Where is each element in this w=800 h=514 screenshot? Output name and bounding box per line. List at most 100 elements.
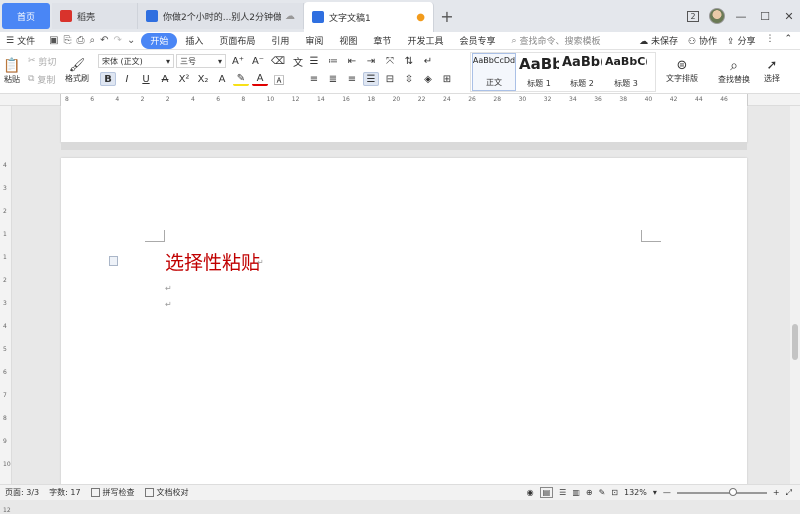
font-size-select[interactable]: 三号 ▾ xyxy=(176,54,226,68)
outline-view-icon[interactable]: ☰ xyxy=(559,488,566,497)
grow-font-icon[interactable]: A⁺ xyxy=(230,54,246,68)
tab-insert[interactable]: 插入 xyxy=(177,33,211,49)
vertical-ruler[interactable]: 4321123456789101112 xyxy=(0,106,12,514)
tab-document-1[interactable]: 文字文稿1 ● xyxy=(304,2,434,32)
document-heading[interactable]: 选择性粘贴 xyxy=(165,248,260,275)
style-heading-2[interactable]: AaBb( 标题 2 xyxy=(561,53,603,91)
text-layout-button[interactable]: ⊜ 文字排版 xyxy=(662,52,702,90)
tab-review[interactable]: 审阅 xyxy=(297,33,331,49)
unsaved-button[interactable]: ☁ 未保存 xyxy=(639,34,678,47)
strikethrough-icon[interactable]: A xyxy=(157,72,173,86)
bullets-icon[interactable]: ☰ xyxy=(306,54,322,68)
document-canvas[interactable]: 选择性粘贴 ↵ ↵ ↵ xyxy=(12,106,790,484)
redo-icon[interactable]: ↷ xyxy=(114,35,122,46)
numbering-icon[interactable]: ≔ xyxy=(325,54,341,68)
style-normal[interactable]: AaBbCcDd 正文 xyxy=(472,53,516,91)
shading-icon[interactable]: ◈ xyxy=(420,72,436,86)
close-button[interactable]: ✕ xyxy=(778,5,800,27)
avatar[interactable] xyxy=(706,5,728,27)
tab-view[interactable]: 视图 xyxy=(331,33,365,49)
shrink-font-icon[interactable]: A⁻ xyxy=(250,54,266,68)
char-border-icon[interactable]: 🄰 xyxy=(271,72,287,87)
chinese-layout-icon[interactable]: ⤧ xyxy=(382,54,398,68)
scrollbar-thumb[interactable] xyxy=(792,324,798,360)
line-spacing-icon[interactable]: ⇳ xyxy=(401,72,417,86)
sort-icon[interactable]: ⇅ xyxy=(401,54,417,68)
save-icon[interactable]: ▣ xyxy=(49,35,58,46)
subscript-icon[interactable]: X₂ xyxy=(195,72,211,86)
zoom-in-button[interactable]: + xyxy=(773,488,780,497)
read-view-icon[interactable]: ▥ xyxy=(572,488,580,497)
show-marks-icon[interactable]: ↵ xyxy=(420,54,436,68)
new-tab-button[interactable]: + xyxy=(434,3,460,29)
tab-document-2[interactable]: 你做2个小时的...别人2分钟做完 ☁ xyxy=(138,3,304,29)
empty-paragraph-mark[interactable]: ↵ xyxy=(165,300,172,309)
window-count-badge[interactable]: 2 xyxy=(682,5,704,27)
zoom-value[interactable]: 132% xyxy=(624,488,647,497)
collapse-ribbon-icon[interactable]: ⌃ xyxy=(784,34,792,47)
vertical-scrollbar[interactable] xyxy=(790,106,800,484)
share-button[interactable]: ⇪ 分享 xyxy=(727,34,755,47)
tab-daoke[interactable]: 稻壳 xyxy=(52,3,138,29)
highlight-icon[interactable]: ✎ xyxy=(233,72,249,86)
borders-icon[interactable]: ⊞ xyxy=(439,72,455,86)
eye-protection-icon[interactable]: ◉ xyxy=(527,488,534,497)
select-button[interactable]: ➚ 选择 xyxy=(758,52,786,90)
find-replace-button[interactable]: ⌕ 查找替换 xyxy=(712,52,756,90)
decrease-indent-icon[interactable]: ⇤ xyxy=(344,54,360,68)
word-count[interactable]: 字数: 17 xyxy=(44,487,85,498)
tab-home[interactable]: 首页 xyxy=(2,3,50,29)
distributed-icon[interactable]: ⊟ xyxy=(382,72,398,86)
increase-indent-icon[interactable]: ⇥ xyxy=(363,54,379,68)
chevron-down-icon[interactable]: ⌄ xyxy=(127,35,135,46)
page-count[interactable]: 页面: 3/3 xyxy=(0,487,44,498)
proofread-button[interactable]: 文档校对 xyxy=(140,487,194,498)
underline-icon[interactable]: U xyxy=(138,72,154,86)
tab-start[interactable]: 开始 xyxy=(141,32,178,49)
style-heading-3[interactable]: AaBbC( 标题 3 xyxy=(604,53,648,91)
file-menu[interactable]: ☰ 文件 xyxy=(0,33,43,49)
fullscreen-icon[interactable]: ⤢ xyxy=(786,488,792,498)
paragraph-handle-icon[interactable] xyxy=(109,256,118,266)
zoom-slider[interactable] xyxy=(676,487,767,496)
command-search[interactable]: ⌕ 查找命令、搜索模板 xyxy=(511,34,600,48)
spell-check-button[interactable]: 拼写检查 xyxy=(86,487,140,498)
collab-button[interactable]: ⚇ 协作 xyxy=(688,34,717,47)
tab-member[interactable]: 会员专享 xyxy=(451,33,503,49)
bold-icon[interactable]: B xyxy=(100,72,116,86)
more-icon[interactable]: ⋮ xyxy=(765,34,774,47)
format-painter-button[interactable]: 🖌 格式刷 xyxy=(64,52,90,90)
tab-developer[interactable]: 开发工具 xyxy=(399,33,451,49)
italic-icon[interactable]: I xyxy=(119,72,135,86)
align-right-icon[interactable]: ≡ xyxy=(344,72,360,86)
undo-icon[interactable]: ↶ xyxy=(100,35,108,46)
empty-paragraph-mark[interactable]: ↵ xyxy=(165,284,172,293)
unsaved-dot-icon[interactable]: ● xyxy=(416,12,425,23)
clear-format-icon[interactable]: ⌫ xyxy=(270,54,286,68)
horizontal-ruler[interactable]: 8 6 4 2 2 4 6 8 10 12 14 16 18 20 22 24 26 28 30 32 34 36 38 40… xyxy=(0,94,800,106)
cut-button[interactable]: ✂ 剪切 xyxy=(28,54,56,68)
tab-references[interactable]: 引用 xyxy=(263,33,297,49)
tab-chapter[interactable]: 章节 xyxy=(365,33,399,49)
font-name-select[interactable]: 宋体 (正文) ▾ xyxy=(98,54,174,68)
page-view-icon[interactable]: ▤ xyxy=(539,487,554,498)
maximize-button[interactable]: ☐ xyxy=(754,5,776,27)
paste-button[interactable]: 📋 粘贴 xyxy=(2,52,22,90)
style-heading-1[interactable]: AaBb 标题 1 xyxy=(518,53,560,91)
font-color-icon[interactable]: A xyxy=(252,72,268,86)
align-left-icon[interactable]: ≡ xyxy=(306,72,322,86)
write-mode-icon[interactable]: ✎ xyxy=(599,488,606,497)
zoom-out-button[interactable]: — xyxy=(663,488,671,497)
print-preview-icon[interactable]: ⌕ xyxy=(90,35,96,46)
align-center-icon[interactable]: ≣ xyxy=(325,72,341,86)
print-icon[interactable]: ⎙ xyxy=(77,35,85,46)
zoom-dropdown-icon[interactable]: ▾ xyxy=(653,488,657,497)
pinyin-icon[interactable]: 文 xyxy=(290,54,306,69)
export-pdf-icon[interactable]: ⎘ xyxy=(64,35,72,46)
tab-page-layout[interactable]: 页面布局 xyxy=(211,33,263,49)
text-effect-icon[interactable]: A xyxy=(214,72,230,86)
copy-button[interactable]: ⧉ 复制 xyxy=(28,72,55,86)
justify-icon[interactable]: ☰ xyxy=(363,72,379,86)
web-view-icon[interactable]: ⊕ xyxy=(586,488,593,497)
zoom-slider-knob[interactable] xyxy=(728,487,737,496)
